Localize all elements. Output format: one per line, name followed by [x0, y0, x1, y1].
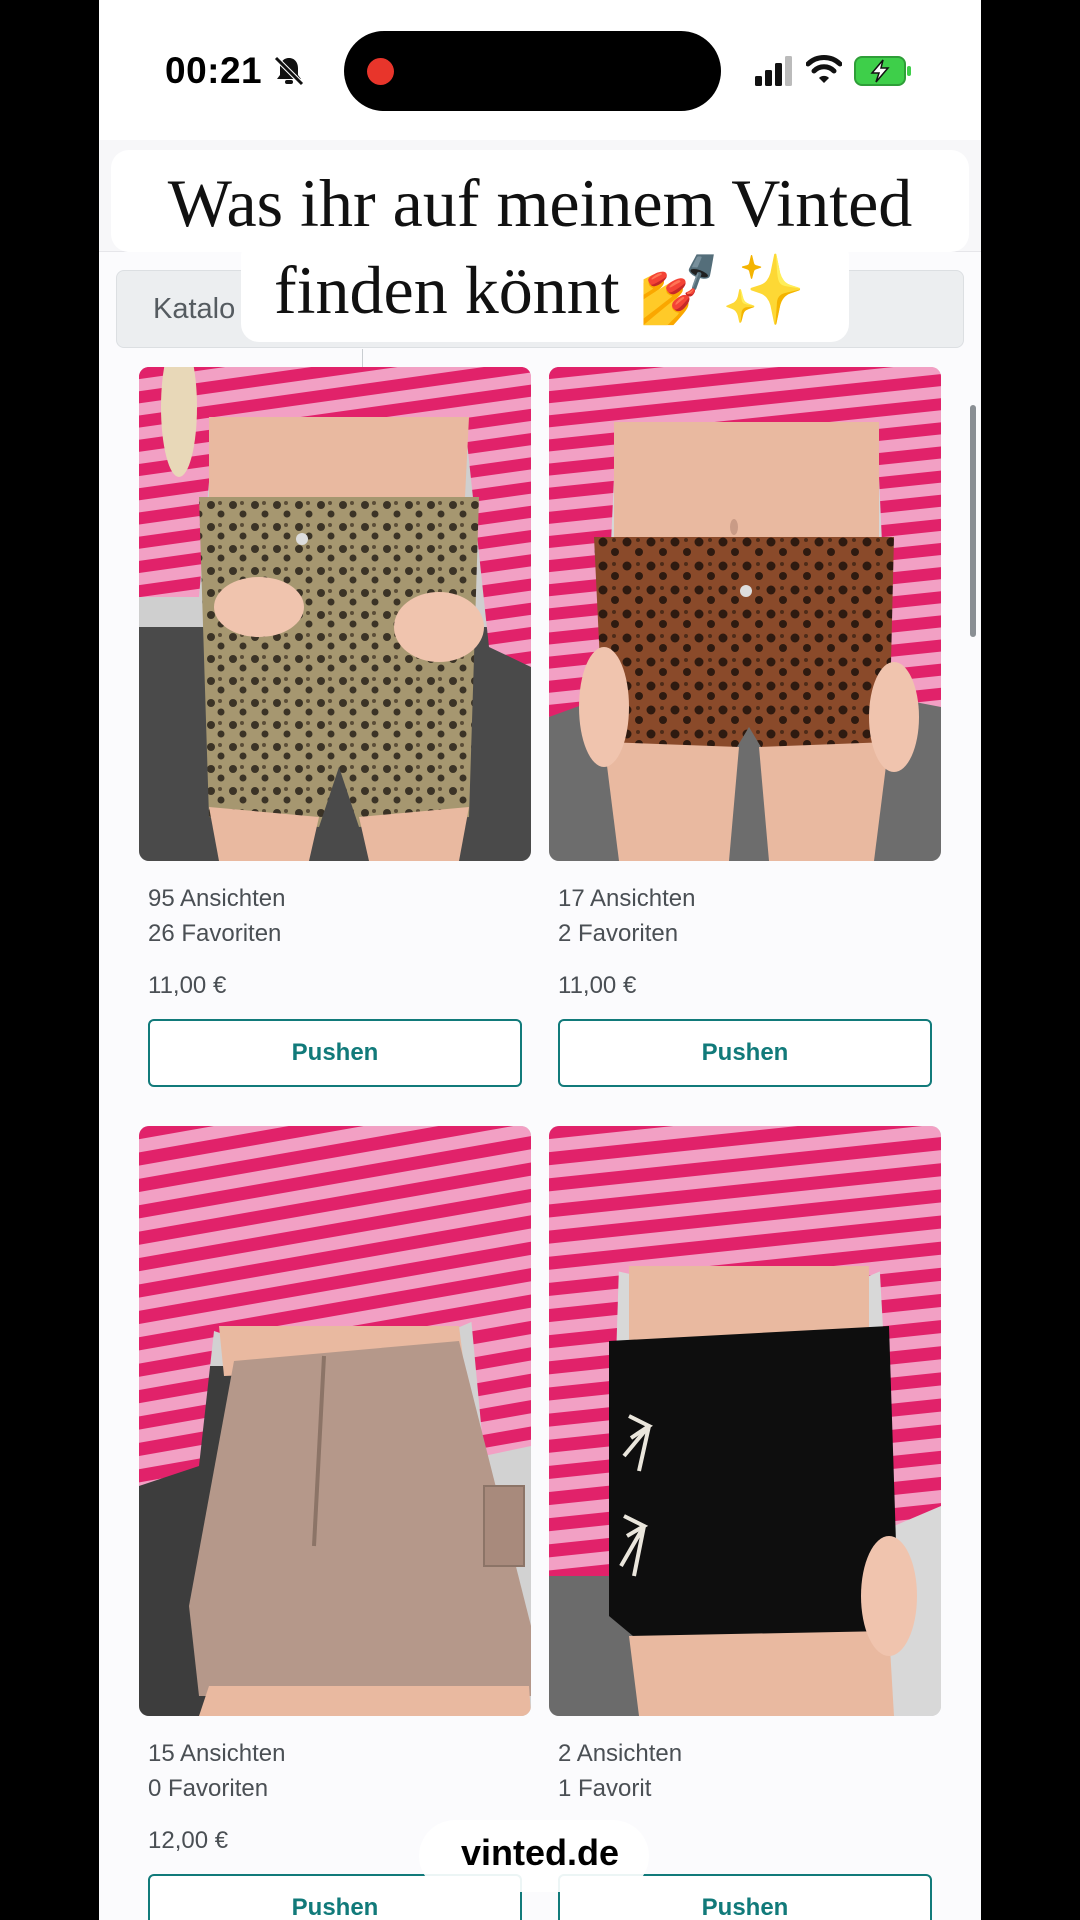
item-views: 2 Ansichten — [558, 1740, 683, 1767]
push-button[interactable]: Pushen — [148, 1019, 522, 1087]
bell-slash-icon — [274, 56, 304, 86]
wifi-icon — [806, 55, 842, 83]
cellular-signal-icon — [755, 56, 792, 86]
item-views: 17 Ansichten — [558, 885, 696, 912]
record-indicator-icon — [367, 58, 394, 85]
scrollbar[interactable] — [970, 405, 976, 637]
item-favorites: 0 Favoriten — [148, 1775, 269, 1802]
phone-screen: 00:21 Katalo Was ihr auf meinem Vinted f… — [99, 0, 981, 1920]
item-views: 95 Ansichten — [148, 885, 286, 912]
product-image-black-skirt-with-bows — [549, 1126, 941, 1716]
caption-line: finden könnt 💅✨ — [274, 252, 806, 328]
product-image-leopard-shorts — [139, 367, 531, 861]
item-price: 11,00 € — [558, 972, 637, 999]
watermark: vinted.de — [460, 1832, 620, 1873]
status-time: 00:21 — [165, 50, 263, 91]
item-price: 11,00 € — [148, 972, 227, 999]
caption-line: Was ihr auf meinem Vinted — [167, 165, 913, 241]
status-bar: 00:21 — [99, 0, 981, 140]
dynamic-island — [344, 31, 721, 111]
product-photo[interactable] — [549, 1126, 941, 1716]
item-favorites: 2 Favoriten — [558, 920, 679, 947]
battery-charging-icon — [854, 56, 911, 86]
product-photo[interactable] — [139, 1126, 531, 1716]
item-views: 15 Ansichten — [148, 1740, 286, 1767]
product-photo[interactable] — [549, 367, 941, 861]
product-image-beige-cargo-skirt — [139, 1126, 531, 1716]
product-photo[interactable] — [139, 367, 531, 861]
item-favorites: 26 Favoriten — [148, 920, 282, 947]
item-favorites: 1 Favorit — [558, 1775, 652, 1802]
push-button[interactable]: Pushen — [558, 1019, 932, 1087]
product-image-brown-leopard-shorts — [549, 367, 941, 861]
